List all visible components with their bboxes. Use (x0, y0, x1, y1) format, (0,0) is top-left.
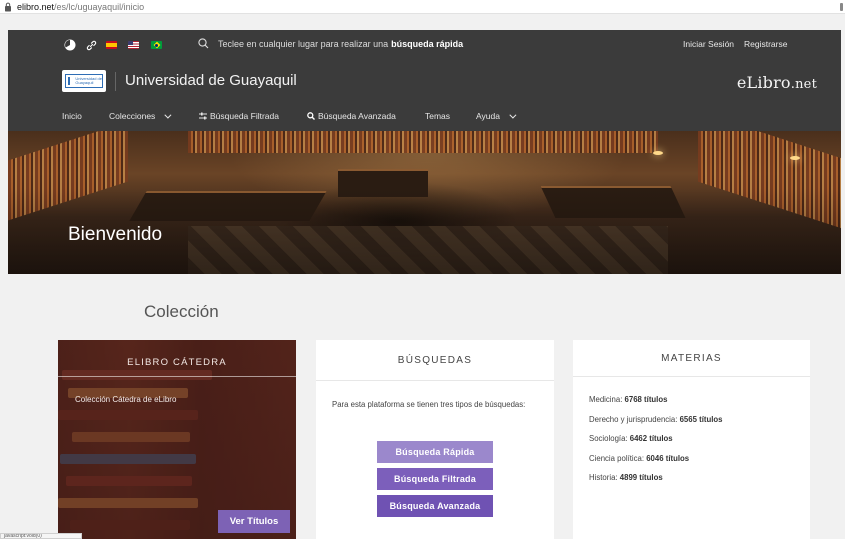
hero-shade (8, 131, 841, 274)
elibro-logo[interactable]: eLibro.net (737, 73, 817, 92)
link-icon[interactable] (85, 39, 97, 51)
list-item[interactable]: Sociología: 6462 títulos (589, 434, 723, 454)
card-title: ELIBRO CÁTEDRA (127, 357, 227, 368)
chevron-down-icon (509, 111, 517, 119)
chevron-down-icon (164, 111, 172, 119)
login-link[interactable]: Iniciar Sesión (683, 39, 734, 49)
busqueda-filtrada-button[interactable]: Búsqueda Filtrada (377, 468, 493, 490)
materia-count: 6462 títulos (629, 434, 673, 443)
flag-brazil-icon[interactable] (151, 41, 162, 49)
main-nav: Inicio Colecciones Búsqueda Filtrada Bús… (8, 108, 841, 124)
header-topline: Teclee en cualquier lugar para realizar … (8, 30, 841, 60)
site-header: Teclee en cualquier lugar para realizar … (8, 30, 841, 131)
materia-name: Ciencia política: (589, 453, 645, 463)
list-item[interactable]: Historia: 4899 títulos (589, 473, 723, 493)
university-name: Universidad de Guayaquil (125, 72, 297, 89)
flag-spain-icon[interactable] (106, 41, 117, 49)
university-logo[interactable]: Universidad de Guayaquil (62, 70, 106, 92)
list-item[interactable]: Derecho y jurisprudencia: 6565 títulos (589, 415, 723, 435)
hero-title: Bienvenido (68, 224, 163, 245)
materias-list: Medicina: 6768 títulos Derecho y jurispr… (589, 395, 723, 493)
accessibility-icon[interactable] (64, 39, 76, 51)
card-materias: MATERIAS Medicina: 6768 títulos Derecho … (573, 340, 810, 539)
materia-name: Medicina: (589, 395, 623, 404)
nav-busqueda-filtrada-label: Búsqueda Filtrada (210, 111, 279, 121)
search-hint-text: Teclee en cualquier lugar para realizar … (218, 38, 389, 49)
card-busquedas: BÚSQUEDAS Para esta plataforma se tienen… (316, 340, 554, 539)
filter-sliders-icon (199, 112, 207, 120)
list-item[interactable]: Medicina: 6768 títulos (589, 395, 723, 415)
nav-ayuda[interactable]: Ayuda (476, 111, 517, 121)
nav-inicio-label: Inicio (62, 111, 82, 121)
search-icon (307, 112, 315, 120)
card-divider (58, 376, 296, 377)
search-hint-bold: búsqueda rápida (391, 38, 464, 49)
search-icon (198, 38, 209, 49)
section-title: Colección (144, 302, 219, 321)
quick-search-hint[interactable]: Teclee en cualquier lugar para realizar … (198, 38, 463, 49)
list-item[interactable]: Ciencia política: 6046 títulos (589, 454, 723, 474)
busqueda-rapida-button[interactable]: Búsqueda Rápida (377, 441, 493, 463)
nav-ayuda-label: Ayuda (476, 111, 500, 121)
nav-temas[interactable]: Temas (425, 111, 450, 121)
brand-separator (115, 72, 116, 91)
nav-busqueda-avanzada-label: Búsqueda Avanzada (318, 111, 396, 121)
browser-url-bar[interactable]: elibro.net/es/lc/uguayaquil/inicio (0, 0, 845, 14)
elibro-logo-suffix: .net (790, 77, 817, 92)
ver-titulos-button[interactable]: Ver Títulos (218, 510, 290, 533)
nav-busqueda-avanzada[interactable]: Búsqueda Avanzada (307, 111, 396, 121)
brand-row: Universidad de Guayaquil Universidad de … (8, 70, 841, 96)
nav-colecciones-label: Colecciones (109, 111, 156, 121)
card-title: BÚSQUEDAS (316, 340, 554, 381)
url-host: elibro.net (17, 1, 55, 12)
materia-count: 6768 títulos (624, 395, 668, 404)
hero-banner: Bienvenido (8, 131, 841, 274)
nav-temas-label: Temas (425, 111, 451, 121)
materia-count: 4899 títulos (619, 473, 663, 482)
materia-name: Historia: (589, 473, 618, 482)
card-description: Colección Cátedra de eLibro (75, 395, 177, 404)
browser-status-tooltip: javascript:void(0) (0, 533, 82, 539)
materia-name: Sociología: (589, 434, 628, 443)
busqueda-avanzada-button[interactable]: Búsqueda Avanzada (377, 495, 493, 517)
lock-icon (5, 2, 11, 11)
materia-name: Derecho y jurisprudencia: (589, 414, 678, 424)
nav-inicio[interactable]: Inicio (62, 111, 82, 121)
card-title: MATERIAS (573, 340, 810, 377)
university-logo-text: Universidad de Guayaquil (75, 76, 103, 85)
card-elibro-catedra: ELIBRO CÁTEDRA Colección Cátedra de eLib… (58, 340, 296, 539)
elibro-logo-main: eLibro (736, 73, 791, 92)
register-link[interactable]: Registrarse (744, 39, 787, 49)
browser-edge-indicator (840, 3, 843, 11)
materia-count: 6565 títulos (679, 414, 723, 424)
card-description: Para esta plataforma se tienen tres tipo… (332, 400, 526, 409)
nav-colecciones[interactable]: Colecciones (109, 111, 172, 121)
flag-usa-icon[interactable] (128, 41, 139, 49)
url-path: /es/lc/uguayaquil/inicio (54, 1, 145, 12)
materia-count: 6046 títulos (646, 453, 690, 463)
nav-busqueda-filtrada[interactable]: Búsqueda Filtrada (199, 111, 279, 121)
